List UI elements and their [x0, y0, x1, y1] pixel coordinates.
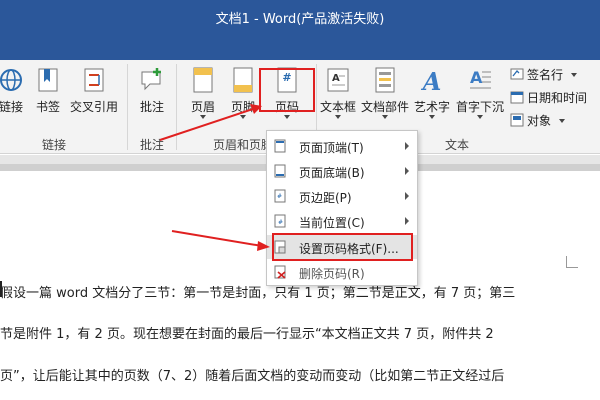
bookmark-button[interactable]: 书签 — [32, 60, 64, 140]
svg-text:#: # — [278, 219, 283, 226]
wordart-label: 艺术字 — [413, 100, 450, 114]
header-label: 页眉 — [190, 100, 215, 114]
date-time-label: 日期和时间 — [527, 91, 588, 105]
drop-cap-label: 首字下沉 — [455, 100, 504, 114]
signature-line-label: 签名行 — [527, 68, 564, 82]
link-icon — [0, 69, 22, 91]
menu-item-label: 页面顶端(T) — [299, 141, 364, 155]
cross-reference-button[interactable]: 交叉引用 — [66, 60, 122, 140]
chevron-down-icon — [200, 115, 206, 119]
chevron-right-icon — [405, 167, 409, 175]
object-label: 对象 — [527, 114, 552, 128]
menu-item-bottom-of-page[interactable]: 页面底端(B) — [267, 159, 417, 183]
chevron-down-icon — [335, 115, 341, 119]
chevron-right-icon — [405, 142, 409, 150]
text-group-label: 文本 — [445, 138, 470, 152]
link-label: 链接 — [0, 100, 23, 114]
drop-cap-icon: A — [470, 68, 491, 89]
chevron-down-icon — [382, 115, 388, 119]
wordart-button[interactable]: A 艺术字 — [412, 60, 452, 140]
current-position-icon: # — [274, 214, 286, 228]
group-divider — [127, 64, 128, 150]
bookmark-icon — [38, 68, 58, 92]
cross-reference-icon — [84, 68, 104, 92]
comment-icon — [141, 68, 161, 91]
quick-parts-icon — [375, 67, 395, 93]
page-bottom-icon — [274, 164, 286, 178]
quick-parts-label: 文档部件 — [360, 100, 409, 114]
svg-text:#: # — [277, 193, 282, 200]
chevron-down-icon — [570, 73, 577, 77]
object-icon — [510, 113, 524, 127]
menu-item-label: 页面底端(B) — [299, 166, 365, 180]
page-number-highlight-box — [259, 68, 315, 112]
document-line-3[interactable]: 页”，让后能让其中的页数（7、2）随着后面文档的变动而变动（比如第二节正文经过后 — [0, 365, 504, 384]
svg-text:A: A — [421, 67, 442, 94]
comment-button[interactable]: 批注 — [134, 60, 170, 140]
comment-label: 批注 — [139, 100, 164, 114]
format-page-numbers-highlight-box — [272, 233, 413, 261]
remove-page-number-icon — [274, 265, 286, 279]
footer-icon — [233, 67, 253, 93]
bookmark-label: 书签 — [35, 100, 60, 114]
textbox-label: 文本框 — [319, 100, 356, 114]
svg-text:A: A — [470, 68, 483, 87]
header-icon — [193, 67, 213, 93]
document-line-2[interactable]: 节是附件 1，有 2 页。现在想要在封面的最后一行显示“本文档正文共 7 页，附… — [0, 323, 494, 342]
menu-item-top-of-page[interactable]: 页面顶端(T) — [267, 134, 417, 158]
title-bar: 文档1 - Word(产品激活失败) — [0, 0, 600, 60]
chevron-down-icon — [477, 115, 483, 119]
page-margin-icon: # — [274, 189, 286, 203]
quick-parts-button[interactable]: 文档部件 — [360, 60, 410, 140]
link-button[interactable]: 链接 — [0, 60, 28, 140]
chevron-right-icon — [405, 217, 409, 225]
document-line-1[interactable]: 假设一篇 word 文档分了三节：第一节是封面，只有 1 页；第二节是正文，有 … — [0, 282, 515, 301]
chevron-down-icon — [558, 119, 565, 123]
chevron-down-icon — [240, 115, 246, 119]
margin-corner-mark — [566, 256, 578, 268]
menu-item-current-position[interactable]: # 当前位置(C) — [267, 209, 417, 233]
signature-line-button[interactable]: 签名行 — [510, 66, 577, 83]
svg-text:A: A — [332, 73, 340, 84]
calendar-icon — [510, 91, 524, 104]
drop-cap-button[interactable]: A 首字下沉 — [454, 60, 506, 140]
cross-reference-label: 交叉引用 — [69, 100, 118, 114]
menu-item-label: 删除页码(R) — [299, 267, 365, 281]
date-time-button[interactable]: 日期和时间 — [510, 89, 587, 106]
links-group-label: 链接 — [42, 138, 67, 152]
menu-item-page-margins[interactable]: # 页边距(P) — [267, 184, 417, 208]
footer-button[interactable]: 页脚 — [226, 60, 260, 140]
group-divider — [176, 64, 177, 150]
header-footer-group-label: 页眉和页脚 — [213, 138, 274, 152]
comments-group-label: 批注 — [140, 138, 165, 152]
header-button[interactable]: 页眉 — [186, 60, 220, 140]
object-button[interactable]: 对象 — [510, 112, 565, 129]
textbox-icon: A — [327, 68, 349, 92]
wordart-icon: A — [421, 67, 442, 94]
footer-label: 页脚 — [230, 100, 255, 114]
chevron-right-icon — [405, 192, 409, 200]
menu-item-remove-page-numbers[interactable]: 删除页码(R) — [267, 260, 417, 284]
menu-item-label: 页边距(P) — [299, 191, 352, 205]
chevron-down-icon — [429, 115, 435, 119]
chevron-down-icon — [284, 115, 290, 119]
window-title: 文档1 - Word(产品激活失败) — [215, 12, 385, 27]
page-number-dropdown-menu: 页面顶端(T) 页面底端(B) # 页边距(P) # 当前位置(C) 设置页码格… — [266, 130, 418, 286]
signature-icon — [510, 68, 524, 80]
page-top-icon — [274, 139, 286, 153]
textbox-button[interactable]: A 文本框 — [318, 60, 358, 140]
menu-item-label: 当前位置(C) — [299, 216, 365, 230]
